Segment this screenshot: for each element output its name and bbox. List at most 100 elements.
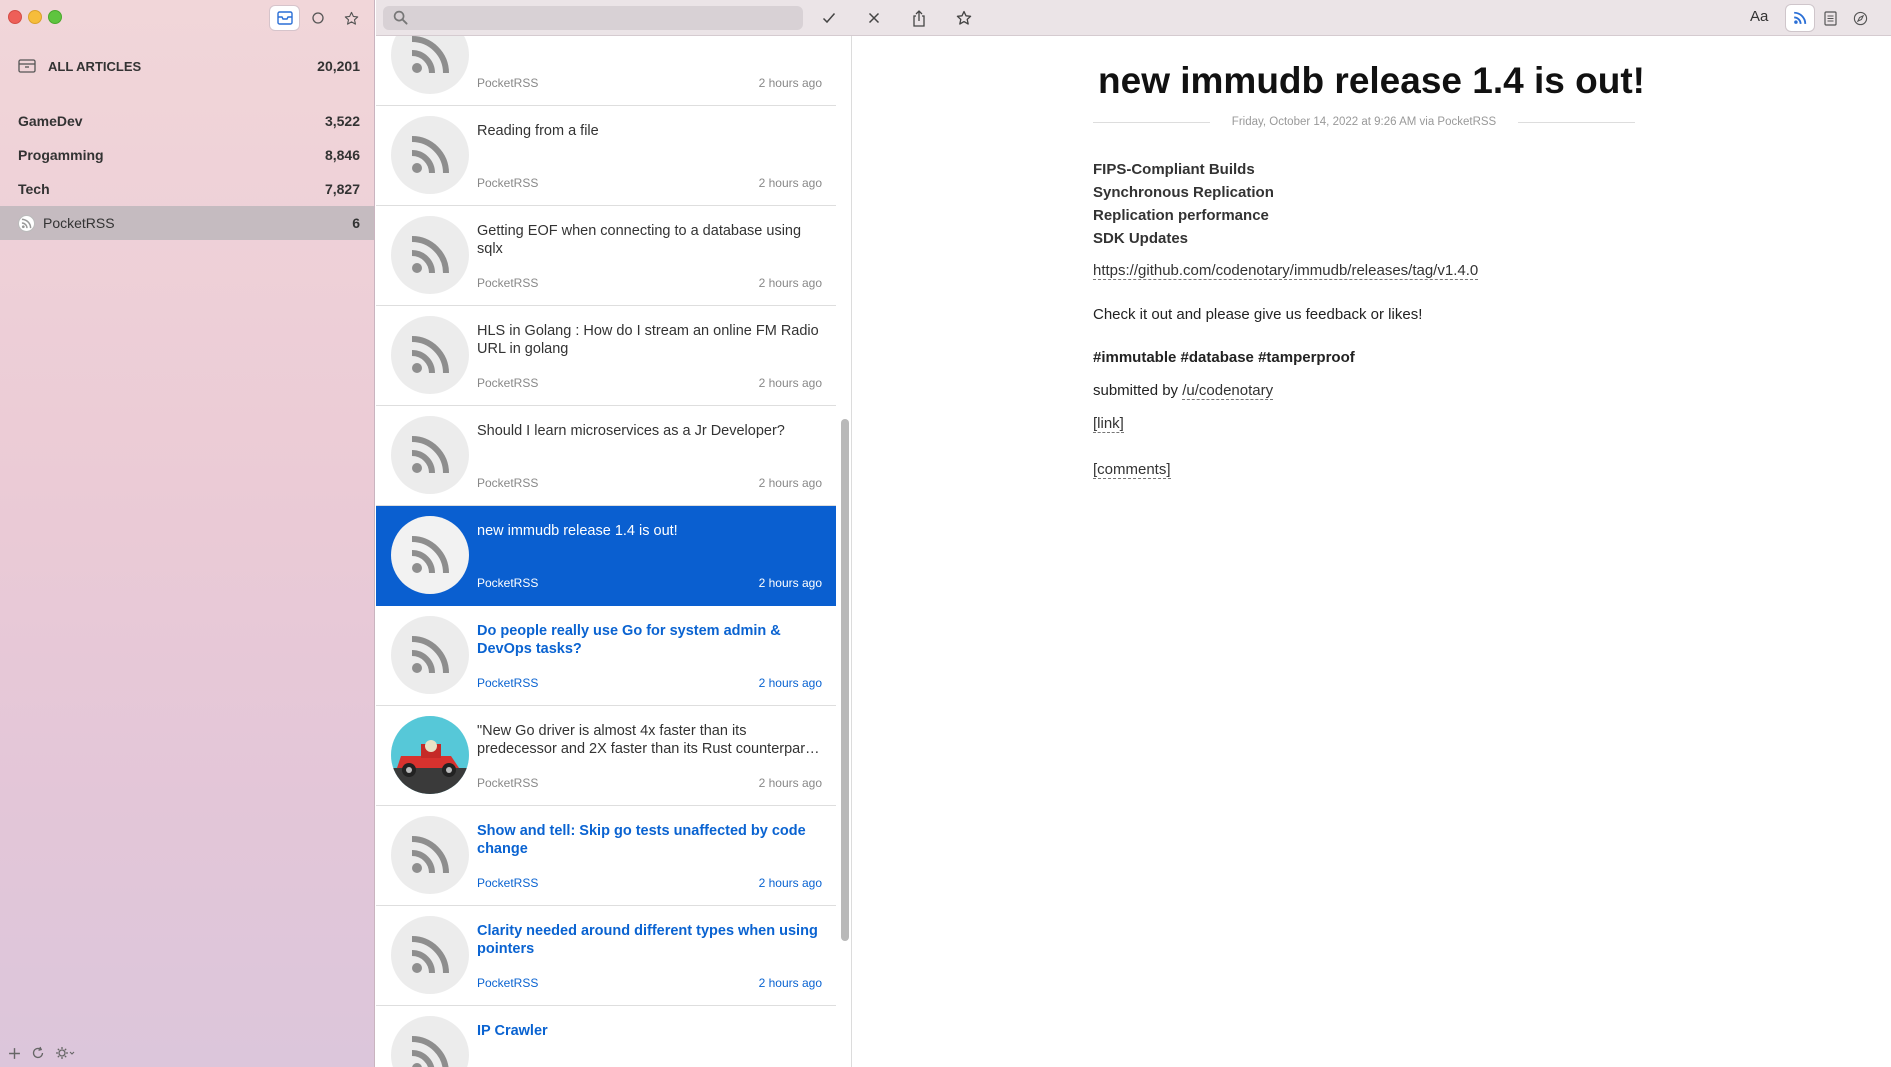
star-icon — [344, 11, 359, 25]
document-icon — [1823, 10, 1837, 26]
share-button[interactable] — [906, 6, 932, 30]
view-mode-segmented-control — [1786, 5, 1874, 31]
link-link[interactable]: [link] — [1093, 415, 1124, 433]
article-time: 2 hours ago — [758, 276, 822, 290]
article-time: 2 hours ago — [758, 76, 822, 90]
user-link[interactable]: /u/codenotary — [1182, 382, 1274, 400]
filter-starred-button[interactable] — [337, 6, 366, 30]
close-window-button[interactable] — [8, 10, 22, 24]
article-source: PocketRSS — [477, 76, 539, 90]
divider — [1518, 121, 1636, 123]
divider — [1093, 121, 1210, 123]
article-title: IP Crawler — [477, 1023, 548, 1039]
close-icon — [868, 12, 880, 24]
compass-icon — [1853, 11, 1867, 25]
article-time: 2 hours ago — [758, 376, 822, 390]
submitted-by: submitted by /u/codenotary — [1093, 382, 1653, 400]
article-row[interactable]: Should I learn microservices as a Jr Dev… — [376, 406, 836, 506]
article-title: new immudb release 1.4 is out! — [477, 523, 678, 539]
star-icon — [956, 10, 972, 25]
article-source: PocketRSS — [477, 976, 539, 990]
sidebar: ALL ARTICLES 20,201 GameDev 3,522 Progam… — [0, 0, 375, 1067]
article-list: PocketRSS 2 hours ago Reading from a file P… — [376, 36, 852, 1067]
search-field[interactable] — [383, 6, 803, 30]
article-title: Getting EOF when connecting to a databas… — [477, 223, 802, 257]
toolbar: Aa — [376, 0, 1891, 36]
filter-all-button[interactable] — [270, 6, 300, 30]
reader-view-button[interactable] — [1816, 5, 1844, 31]
all-articles-label: ALL ARTICLES — [48, 58, 142, 74]
article-row[interactable]: PocketRSS 2 hours ago — [376, 36, 836, 106]
folder-label: Progamming — [18, 147, 104, 163]
rss-feed-icon — [391, 516, 469, 594]
star-article-button[interactable] — [951, 6, 977, 30]
refresh-icon[interactable] — [31, 1046, 45, 1063]
article-time: 2 hours ago — [758, 476, 822, 490]
article-source: PocketRSS — [477, 176, 539, 190]
article-row-selected[interactable]: new immudb release 1.4 is out! PocketRSS 2… — [376, 506, 836, 606]
article-row[interactable]: IP CrawlerPocketRSS2 hours ago — [376, 1006, 836, 1067]
folder-count: 6 — [352, 215, 360, 231]
article-time: 2 hours ago — [758, 176, 822, 190]
rss-feed-icon — [391, 616, 469, 694]
sidebar-item-tech[interactable]: Tech 7,827 — [0, 172, 374, 206]
rss-feed-icon — [391, 116, 469, 194]
reader-pane: new immudb release 1.4 is out! Friday, O… — [852, 36, 1891, 1067]
sidebar-item-all-articles[interactable]: ALL ARTICLES 20,201 — [18, 54, 360, 78]
all-articles-count: 20,201 — [317, 58, 360, 74]
feature-heading: Synchronous Replication — [1093, 184, 1274, 201]
hashtags: #immutable #database #tamperproof — [1093, 349, 1355, 366]
article-date: Friday, October 14, 2022 at 9:26 AM via … — [1231, 116, 1497, 128]
rss-feed-icon — [391, 216, 469, 294]
comments-link[interactable]: [comments] — [1093, 461, 1171, 479]
mark-read-button[interactable] — [816, 6, 842, 30]
article-row[interactable]: Getting EOF when connecting to a databas… — [376, 206, 836, 306]
feed-view-button[interactable] — [1786, 5, 1814, 31]
article-meta-row: Friday, October 14, 2022 at 9:26 AM via … — [1093, 114, 1636, 130]
add-icon[interactable] — [8, 1047, 21, 1063]
font-settings-button[interactable]: Aa — [1750, 8, 1768, 25]
article-row[interactable]: Show and tell: Skip go tests unaffected … — [376, 806, 836, 906]
article-row[interactable]: Reading from a file PocketRSS 2 hours ago — [376, 106, 836, 206]
mark-all-read-button[interactable] — [861, 6, 887, 30]
filter-unread-button[interactable] — [303, 6, 332, 30]
archive-box-icon — [18, 59, 36, 73]
article-title: new immudb release 1.4 is out! — [1098, 60, 1645, 101]
rss-icon — [1794, 11, 1807, 24]
search-input[interactable] — [413, 6, 793, 30]
check-out-text: Check it out and please give us feedback… — [1093, 306, 1423, 323]
article-source: PocketRSS — [477, 776, 539, 790]
release-link[interactable]: https://github.com/codenotary/immudb/rel… — [1093, 262, 1479, 280]
minimize-window-button[interactable] — [28, 10, 42, 24]
article-source: PocketRSS — [477, 376, 539, 390]
article-row[interactable]: HLS in Golang : How do I stream an onlin… — [376, 306, 836, 406]
article-list-scroll-thumb[interactable] — [841, 419, 849, 941]
article-row[interactable]: "New Go driver is almost 4x faster than … — [376, 706, 836, 806]
rss-feed-icon — [391, 816, 469, 894]
article-title: Do people really use Go for system admin… — [477, 623, 781, 657]
article-row[interactable]: Clarity needed around different types wh… — [376, 906, 836, 1006]
article-title: Clarity needed around different types wh… — [477, 923, 818, 957]
rss-feed-icon — [391, 316, 469, 394]
article-title: Reading from a file — [477, 123, 599, 139]
article-source: PocketRSS — [477, 876, 539, 890]
article-row[interactable]: Do people really use Go for system admin… — [376, 606, 836, 706]
rss-feed-icon — [391, 416, 469, 494]
article-time: 2 hours ago — [758, 976, 822, 990]
article-time: 2 hours ago — [758, 776, 822, 790]
rss-feed-icon — [18, 214, 35, 232]
feature-heading: Replication performance — [1093, 207, 1269, 224]
gear-icon[interactable] — [55, 1046, 75, 1063]
zoom-window-button[interactable] — [48, 10, 62, 24]
sidebar-item-progamming[interactable]: Progamming 8,846 — [0, 138, 374, 172]
sidebar-item-pocketrss[interactable]: PocketRSS 6 — [0, 206, 374, 240]
sidebar-bottom-bar — [8, 1046, 75, 1063]
feature-heading: FIPS-Compliant Builds — [1093, 161, 1255, 178]
article-title: Should I learn microservices as a Jr Dev… — [477, 423, 785, 439]
share-icon — [913, 9, 925, 27]
unread-circle-icon — [312, 12, 324, 24]
web-view-button[interactable] — [1846, 5, 1874, 31]
sidebar-item-gamedev[interactable]: GameDev 3,522 — [0, 104, 374, 138]
rss-feed-icon — [391, 36, 469, 94]
article-time: 2 hours ago — [758, 576, 822, 590]
